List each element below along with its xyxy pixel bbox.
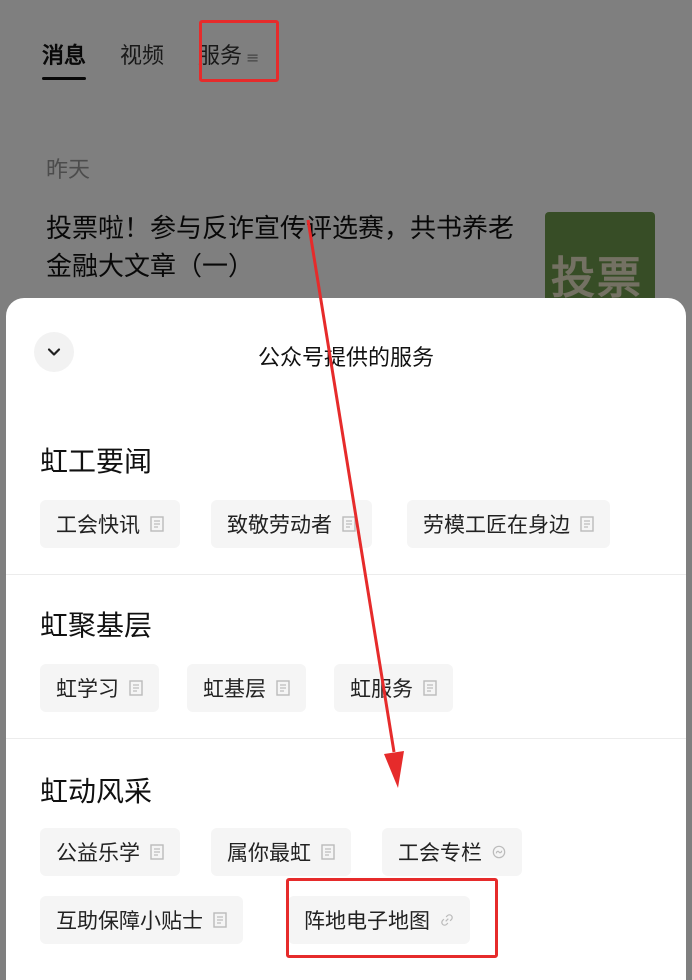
service-item-label: 工会专栏 [398,841,482,865]
service-item-label: 虹服务 [350,677,413,701]
service-item[interactable]: 属你最虹 [211,828,351,876]
service-item[interactable]: 虹基层 [187,664,306,712]
service-item[interactable]: 公益乐学 [40,828,180,876]
service-item[interactable]: 虹服务 [334,664,453,712]
article-icon [150,844,164,860]
article-icon [213,912,227,928]
article-icon [150,516,164,532]
service-item[interactable]: 劳模工匠在身边 [407,500,610,548]
section-divider [6,574,686,575]
service-item[interactable]: 虹学习 [40,664,159,712]
section-title: 虹聚基层 [40,609,153,642]
highlight-box-services-tab [199,20,279,82]
section-title: 虹动风采 [40,775,153,808]
article-icon [423,680,437,696]
service-item-label: 互助保障小贴士 [56,909,203,933]
article-icon [342,516,356,532]
article-icon [580,516,594,532]
service-item[interactable]: 工会快讯 [40,500,180,548]
service-item-label: 属你最虹 [227,841,311,865]
service-item-label: 劳模工匠在身边 [423,513,570,537]
article-icon [276,680,290,696]
article-icon [129,680,143,696]
service-item[interactable]: 互助保障小贴士 [40,896,243,944]
sheet-title: 公众号提供的服务 [257,346,434,371]
service-item-label: 虹学习 [56,677,119,701]
article-icon [321,844,335,860]
service-item-label: 虹基层 [203,677,266,701]
service-item-label: 致敬劳动者 [227,513,332,537]
wechat-official-account-screen: 消息 视频 服务≡ 昨天 投票啦！参与反诈宣传评选赛，共书养老金融大文章（一） … [0,0,692,980]
section-title: 虹工要闻 [40,445,153,478]
service-item[interactable]: 致敬劳动者 [211,500,372,548]
miniprogram-icon [492,845,506,859]
section-divider [6,738,686,739]
service-item-label: 公益乐学 [56,841,140,865]
service-item[interactable]: 工会专栏 [382,828,522,876]
service-item-label: 工会快讯 [56,513,140,537]
highlight-box-map-item [286,878,498,958]
